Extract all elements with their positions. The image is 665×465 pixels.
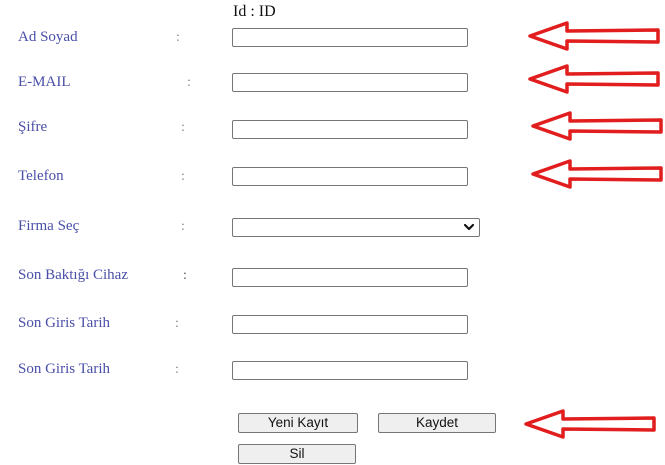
chevron-down-icon [463, 223, 475, 231]
son-giris-tarih-colon-2: : [175, 362, 179, 377]
form-row-son-baktigi-cihaz: Son Baktığı Cihaz : [0, 266, 665, 296]
telefon-input[interactable] [232, 167, 468, 186]
form-row-firma: Firma Seç : [0, 217, 665, 247]
son-giris-tarih-label: Son Giris Tarih [18, 315, 111, 331]
firma-sec-label: Firma Seç [18, 218, 80, 234]
son-giris-tarih-colon: : [175, 316, 179, 331]
new-record-button[interactable]: Yeni Kayıt [238, 413, 358, 433]
telefon-colon: : [181, 169, 185, 184]
email-label: E-MAIL [18, 74, 71, 90]
telefon-label: Telefon [18, 168, 64, 184]
son-giris-tarih-label-2: Son Giris Tarih [18, 361, 111, 377]
save-button[interactable]: Kaydet [378, 413, 496, 433]
son-giris-tarih-input[interactable] [232, 315, 468, 334]
sifre-colon: : [181, 120, 185, 135]
form-row-son-giris-tarih-1: Son Giris Tarih : [0, 314, 665, 344]
ad-soyad-label: Ad Soyad [18, 29, 78, 45]
form-row-son-giris-tarih-2: Son Giris Tarih : [0, 360, 665, 390]
son-baktigi-cihaz-colon: : [183, 268, 187, 283]
firma-sec-colon: : [181, 219, 185, 234]
left-arrow-icon [531, 111, 663, 141]
firma-select[interactable] [232, 218, 480, 237]
email-input[interactable] [232, 73, 468, 92]
left-arrow-icon [528, 64, 660, 94]
son-baktigi-cihaz-input[interactable] [232, 268, 468, 287]
email-colon: : [187, 75, 191, 90]
sifre-label: Şifre [18, 119, 48, 135]
delete-button[interactable]: Sil [238, 444, 356, 464]
left-arrow-icon [531, 159, 663, 189]
left-arrow-icon [528, 21, 660, 51]
left-arrow-icon [524, 409, 656, 439]
sifre-input[interactable] [232, 120, 468, 139]
ad-soyad-input[interactable] [232, 28, 468, 47]
ad-soyad-colon: : [176, 30, 180, 45]
son-giris-tarih-input-2[interactable] [232, 361, 468, 380]
record-id-label: Id : ID [233, 3, 276, 20]
son-baktigi-cihaz-label: Son Baktığı Cihaz [18, 267, 128, 283]
